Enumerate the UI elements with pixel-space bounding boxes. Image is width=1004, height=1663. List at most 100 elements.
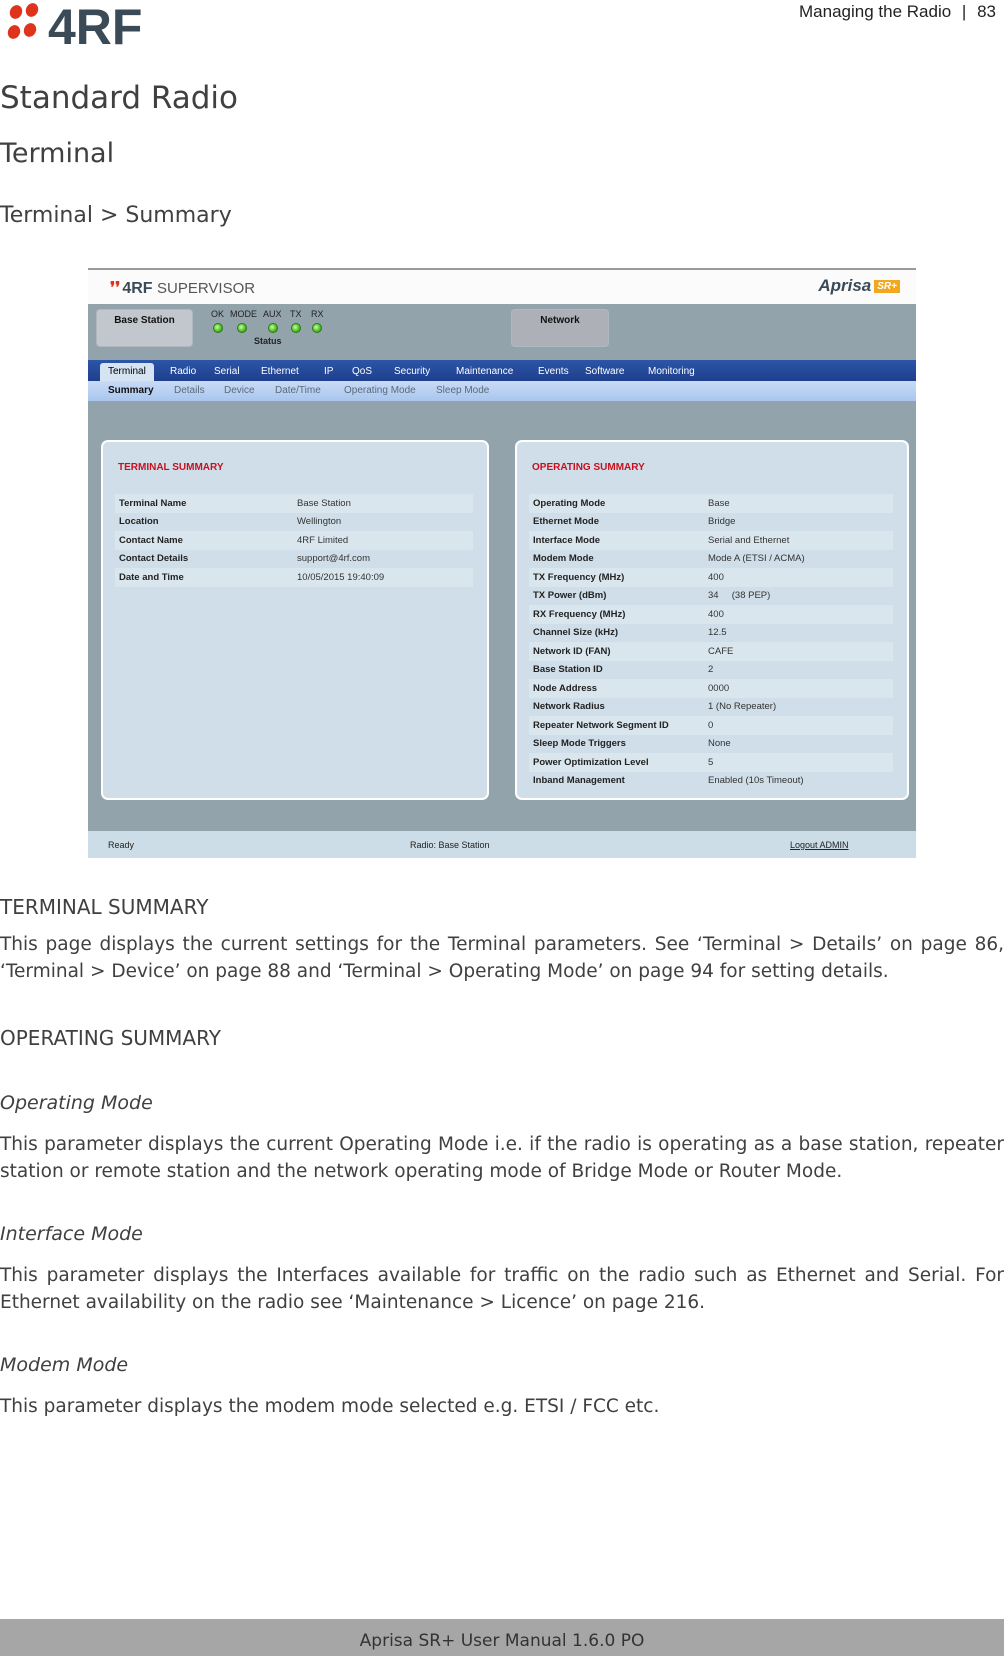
row-label: TX Power (dBm) [533,590,607,602]
terminal-summary-panel: TERMINAL SUMMARY Terminal Name Base Stati… [101,440,489,800]
tab-qos[interactable]: QoS [352,363,372,381]
supervisor-brand: ❜❜ 4RF SUPERVISOR [110,278,255,298]
row-value: Mode A (ETSI / ACMA) [708,553,805,565]
row-label: Date and Time [119,571,184,583]
led-label-mode: MODE [230,309,257,319]
supervisor-header: ❜❜ 4RF SUPERVISOR Aprisa SR+ [88,270,916,304]
terminal-summary-table: Terminal Name Base Station Location Welling… [115,494,473,587]
table-row: Inband Management Enabled (10s Timeout) [529,772,893,791]
row-value: Enabled (10s Timeout) [708,775,804,787]
row-label: Operating Mode [533,497,606,509]
table-row: TX Power (dBm) 34 (38 PEP) [529,587,893,606]
row-label: Ethernet Mode [533,516,599,528]
row-label: TX Frequency (MHz) [533,571,625,583]
page-footer: Aprisa SR+ User Manual 1.6.0 PO [0,1619,1004,1656]
row-label: Network ID (FAN) [533,645,611,657]
row-value: Wellington [297,516,342,528]
row-value: 0 [708,719,714,731]
tab-radio[interactable]: Radio [170,363,196,381]
subsection-modem-mode: Modem Mode [0,1354,129,1376]
tab-events[interactable]: Events [538,363,569,381]
terminal-summary-paragraph: This page displays the current settings … [0,934,1004,982]
tab-ethernet[interactable]: Ethernet [261,363,299,381]
table-row: Modem Mode Mode A (ETSI / ACMA) [529,550,893,569]
status-radio: Radio: Base Station [410,840,490,850]
tab-serial[interactable]: Serial [214,363,240,381]
led-tx-icon [291,323,301,333]
subtab-operating-mode[interactable]: Operating Mode [344,385,416,396]
table-row: Node Address 0000 [529,679,893,698]
brand-name: 4RF [122,280,153,297]
logout-link[interactable]: Logout ADMIN [790,840,849,850]
table-row: Contact Name 4RF Limited [115,531,473,550]
subtab-device[interactable]: Device [224,385,255,396]
row-value: 400 [708,571,724,583]
aprisa-logo: Aprisa SR+ [818,276,900,296]
row-value: support@4rf.com [297,553,371,565]
svg-text:4RF: 4RF [48,0,142,48]
row-label: Network Radius [533,701,605,713]
supervisor-screenshot: ❜❜ 4RF SUPERVISOR Aprisa SR+ Base Station … [88,268,916,858]
terminal-summary-title: TERMINAL SUMMARY [118,462,224,473]
row-label: Location [119,516,159,528]
table-row: Interface Mode Serial and Ethernet [529,531,893,550]
operating-summary-table: Operating Mode Base Ethernet Mode Bridge Int… [529,494,893,790]
table-row: RX Frequency (MHz) 400 [529,605,893,624]
tab-ip[interactable]: IP [324,363,333,381]
subsection-operating-mode: Operating Mode [0,1092,153,1114]
table-row: Location Wellington [115,513,473,532]
row-value: 1 (No Repeater) [708,701,777,713]
table-row: Power Optimization Level 5 [529,753,893,772]
row-value: 2 [708,664,714,676]
table-row: Contact Details support@4rf.com [115,550,473,569]
heading-terminal-summary: Terminal > Summary [0,203,232,228]
table-row: Date and Time 10/05/2015 19:40:09 [115,568,473,587]
subtab-summary[interactable]: Summary [108,385,154,396]
status-ready: Ready [108,840,135,850]
subtab-date-time[interactable]: Date/Time [275,385,321,396]
4rf-logo-icon: 4RF [7,0,142,55]
network-button[interactable]: Network [511,309,609,347]
led-label-tx: TX [290,309,302,319]
led-label-aux: AUX [263,309,282,319]
row-value: Bridge [708,516,736,528]
row-value: Serial and Ethernet [708,534,790,546]
row-label: Channel Size (kHz) [533,627,618,639]
subtab-details[interactable]: Details [174,385,205,396]
tab-maintenance[interactable]: Maintenance [456,363,513,381]
row-value: 4RF Limited [297,534,349,546]
tab-software[interactable]: Software [585,363,624,381]
aprisa-name: Aprisa [818,276,872,295]
led-label-rx: RX [311,309,324,319]
main-tabs: Terminal Radio Serial Ethernet IP QoS Se… [88,360,916,381]
row-value: 400 [708,608,724,620]
led-aux-icon [268,323,278,333]
row-label: Terminal Name [119,497,187,509]
interface-mode-paragraph: This parameter displays the Interfaces a… [0,1265,1004,1313]
row-value: None [708,738,731,750]
4rf-dots-icon: ❜❜ [110,280,121,297]
tab-monitoring[interactable]: Monitoring [648,363,695,381]
row-label: Repeater Network Segment ID [533,719,669,731]
table-row: Terminal Name Base Station [115,494,473,513]
row-value: 5 [708,756,714,768]
row-value: 0000 [708,682,730,694]
row-label: Inband Management [533,775,625,787]
row-label: Modem Mode [533,553,594,565]
table-row: Network Radius 1 (No Repeater) [529,698,893,717]
status-band: Base Station OK MODE AUX TX RX Status Ne… [88,304,916,360]
modem-mode-paragraph: This parameter displays the modem mode s… [0,1396,660,1417]
aprisa-badge: SR+ [874,280,900,294]
row-label: Interface Mode [533,534,601,546]
tab-security[interactable]: Security [394,363,430,381]
heading-terminal: Terminal [0,138,115,169]
row-label: Contact Name [119,534,183,546]
row-label: Contact Details [119,553,189,565]
status-bar: Ready Radio: Base Station Logout ADMIN [88,831,916,858]
tab-terminal[interactable]: Terminal [100,363,154,381]
base-station-button[interactable]: Base Station [96,309,193,347]
subtab-sleep-mode[interactable]: Sleep Mode [436,385,489,396]
led-label-ok: OK [211,309,225,319]
table-row: Base Station ID 2 [529,661,893,680]
led-ok-icon [213,323,223,333]
